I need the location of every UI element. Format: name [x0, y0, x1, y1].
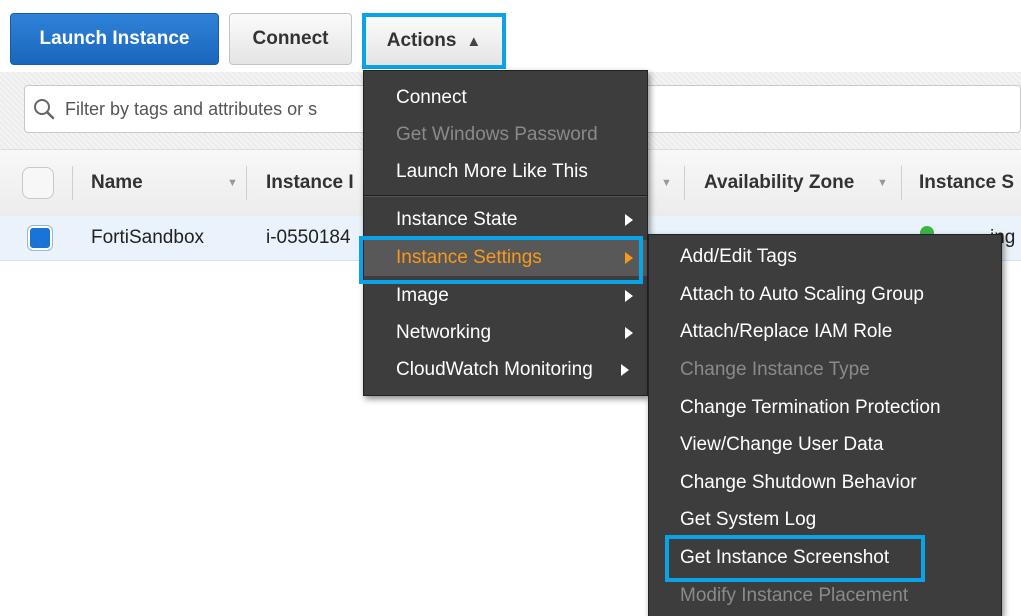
menu-item-cloudwatch-monitoring[interactable]: CloudWatch Monitoring — [364, 352, 647, 388]
menu-item-get-windows-password: Get Windows Password — [364, 117, 647, 153]
submenu-item-label: Change Termination Protection — [680, 397, 941, 418]
submenu-item-view-change-user-data[interactable]: View/Change User Data — [649, 427, 1001, 463]
chevron-right-icon — [625, 214, 633, 226]
actions-label: Actions — [386, 30, 457, 51]
menu-item-label: CloudWatch Monitoring — [396, 359, 593, 380]
submenu-item-label: View/Change User Data — [680, 434, 884, 455]
connect-button[interactable]: Connect — [229, 13, 352, 65]
column-separator — [684, 166, 685, 200]
actions-button[interactable]: Actions ▲ — [362, 13, 506, 69]
instance-settings-submenu: Add/Edit Tags Attach to Auto Scaling Gro… — [648, 234, 1002, 616]
chevron-right-icon — [625, 252, 633, 264]
menu-item-image[interactable]: Image — [364, 278, 647, 314]
column-header-name[interactable]: Name — [91, 150, 143, 216]
submenu-item-change-instance-type: Change Instance Type — [649, 352, 1001, 388]
submenu-item-label: Attach to Auto Scaling Group — [680, 284, 924, 305]
column-header-instance-state-label: Instance S — [919, 172, 1015, 193]
submenu-item-attach-replace-iam-role[interactable]: Attach/Replace IAM Role — [649, 314, 1001, 350]
submenu-item-modify-instance-placement: Modify Instance Placement — [649, 578, 1001, 614]
menu-item-label: Instance Settings — [396, 247, 542, 268]
sort-caret-icon[interactable]: ▼ — [227, 177, 238, 189]
menu-item-label: Connect — [396, 87, 467, 108]
row-checkbox[interactable] — [28, 226, 52, 250]
column-header-instance-id-label: Instance I — [266, 172, 354, 193]
submenu-item-add-edit-tags[interactable]: Add/Edit Tags — [649, 239, 1001, 275]
chevron-up-icon: ▲ — [466, 32, 482, 50]
submenu-item-change-shutdown-behavior[interactable]: Change Shutdown Behavior — [649, 465, 1001, 501]
connect-label: Connect — [252, 28, 329, 49]
menu-item-label: Image — [396, 285, 449, 306]
column-header-availability-zone-label: Availability Zone — [704, 172, 855, 193]
launch-instance-button[interactable]: Launch Instance — [10, 13, 219, 65]
chevron-right-icon — [625, 290, 633, 302]
launch-instance-label: Launch Instance — [39, 28, 190, 49]
menu-item-label: Get Windows Password — [396, 124, 598, 145]
menu-item-networking[interactable]: Networking — [364, 315, 647, 351]
submenu-item-label: Change Shutdown Behavior — [680, 472, 917, 493]
column-header-instance-state[interactable]: Instance S — [919, 150, 1014, 216]
column-header-instance-id[interactable]: Instance I — [266, 150, 354, 216]
submenu-item-label: Change Instance Type — [680, 359, 870, 380]
chevron-right-icon — [625, 327, 633, 339]
submenu-item-label: Attach/Replace IAM Role — [680, 321, 893, 342]
search-icon — [34, 99, 55, 120]
sort-caret-icon[interactable]: ▼ — [661, 177, 672, 189]
menu-divider — [364, 195, 647, 197]
menu-item-instance-settings[interactable]: Instance Settings — [364, 240, 647, 276]
submenu-item-label: Modify Instance Placement — [680, 585, 909, 606]
column-header-availability-zone[interactable]: Availability Zone — [704, 150, 854, 216]
submenu-item-get-system-log[interactable]: Get System Log — [649, 502, 1001, 538]
submenu-item-get-instance-screenshot[interactable]: Get Instance Screenshot — [649, 540, 1001, 576]
column-separator — [246, 166, 247, 200]
cell-instance-id: i-0550184 — [266, 227, 351, 248]
column-separator — [72, 166, 73, 200]
menu-item-connect[interactable]: Connect — [364, 80, 647, 116]
menu-item-label: Networking — [396, 322, 492, 343]
select-all-checkbox[interactable] — [22, 167, 54, 199]
menu-item-instance-state[interactable]: Instance State — [364, 202, 647, 238]
submenu-item-attach-auto-scaling-group[interactable]: Attach to Auto Scaling Group — [649, 277, 1001, 313]
submenu-item-label: Get System Log — [680, 509, 817, 530]
menu-item-label: Instance State — [396, 209, 518, 230]
chevron-right-icon — [621, 364, 629, 376]
menu-item-label: Launch More Like This — [396, 161, 588, 182]
column-separator — [901, 166, 902, 200]
sort-caret-icon[interactable]: ▼ — [877, 177, 888, 189]
submenu-item-label: Add/Edit Tags — [680, 246, 797, 267]
actions-menu: Connect Get Windows Password Launch More… — [363, 70, 648, 396]
menu-item-launch-more-like-this[interactable]: Launch More Like This — [364, 154, 647, 190]
submenu-item-change-termination-protection[interactable]: Change Termination Protection — [649, 390, 1001, 426]
cell-name: FortiSandbox — [91, 227, 205, 248]
submenu-item-label: Get Instance Screenshot — [680, 547, 890, 568]
column-header-name-label: Name — [91, 172, 143, 193]
